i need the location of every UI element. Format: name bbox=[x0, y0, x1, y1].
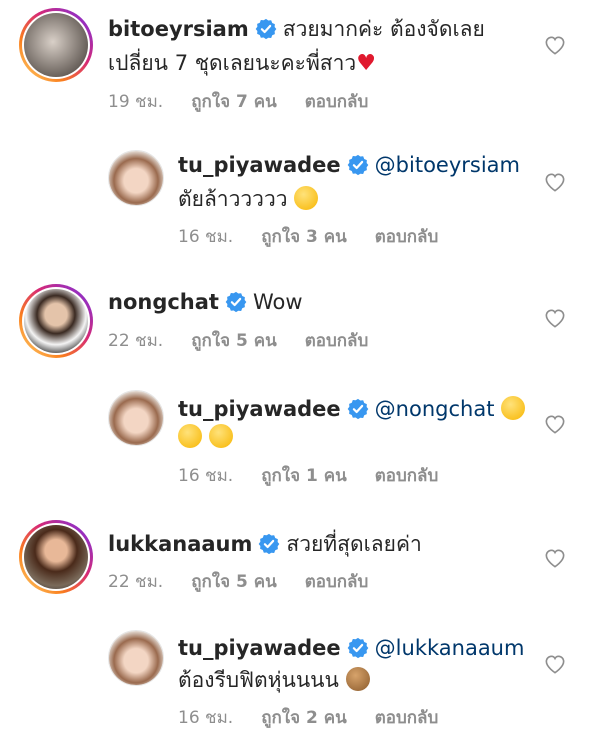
avatar[interactable] bbox=[108, 150, 164, 206]
comment-body: สวยที่สุดเลยค่า bbox=[286, 532, 422, 556]
comment-text: tu_piyawadee @nongchat bbox=[178, 395, 526, 423]
like-heart-icon[interactable] bbox=[544, 308, 566, 328]
comment-text: lukkanaaum สวยที่สุดเลยค่า bbox=[108, 530, 422, 558]
comment-body: เปลี่ยน 7 ชุดเลยนะคะพี่สาว bbox=[108, 51, 357, 75]
verified-badge-icon bbox=[347, 398, 369, 420]
verified-badge-icon bbox=[255, 18, 277, 40]
reply-button[interactable]: ตอบกลับ bbox=[375, 227, 439, 247]
comment-text-line2: เปลี่ยน 7 ชุดเลยนะคะพี่สาว♥ bbox=[108, 49, 376, 78]
timestamp: 16 ชม. bbox=[178, 227, 234, 247]
mention-link[interactable]: @nongchat bbox=[375, 397, 495, 421]
mention-link[interactable]: @lukkanaaum bbox=[375, 636, 525, 660]
laughing-squint-emoji-icon bbox=[178, 424, 202, 448]
avatar[interactable] bbox=[108, 630, 164, 686]
username[interactable]: tu_piyawadee bbox=[178, 636, 341, 660]
timestamp: 22 ชม. bbox=[108, 331, 164, 351]
timestamp: 22 ชม. bbox=[108, 572, 164, 592]
likes-count[interactable]: ถูกใจ 5 คน bbox=[191, 331, 277, 351]
likes-count[interactable]: ถูกใจ 1 คน bbox=[261, 466, 347, 486]
verified-badge-icon bbox=[258, 533, 280, 555]
mention-link[interactable]: @bitoeyrsiam bbox=[375, 153, 520, 177]
comment-text: nongchat Wow bbox=[108, 288, 303, 316]
red-heart-emoji: ♥ bbox=[356, 51, 376, 76]
username[interactable]: bitoeyrsiam bbox=[108, 17, 249, 41]
comment-body: สวยมากค่ะ ต้องจัดเลย bbox=[282, 17, 485, 41]
like-heart-icon[interactable] bbox=[544, 35, 566, 55]
comment-body: ต้องรีบฟิตหุ่นนนน bbox=[178, 668, 339, 692]
comment-text: tu_piyawadee @bitoeyrsiam bbox=[178, 151, 520, 179]
verified-badge-icon bbox=[347, 154, 369, 176]
laughing-tears-emoji-icon bbox=[294, 186, 319, 210]
comment-meta: 16 ชม. ถูกใจ 3 คน ตอบกลับ bbox=[178, 223, 466, 250]
timestamp: 19 ชม. bbox=[108, 92, 164, 112]
avatar[interactable] bbox=[19, 8, 93, 82]
like-heart-icon[interactable] bbox=[544, 172, 566, 192]
username[interactable]: tu_piyawadee bbox=[178, 153, 341, 177]
reply-button[interactable]: ตอบกลับ bbox=[375, 466, 439, 486]
avatar[interactable] bbox=[108, 390, 164, 446]
reply-button[interactable]: ตอบกลับ bbox=[305, 331, 369, 351]
username[interactable]: nongchat bbox=[108, 290, 219, 314]
comment-meta: 22 ชม. ถูกใจ 5 คน ตอบกลับ bbox=[108, 568, 396, 595]
like-heart-icon[interactable] bbox=[544, 414, 566, 434]
comment-body: Wow bbox=[252, 290, 303, 314]
avatar[interactable] bbox=[19, 520, 93, 594]
laughing-squint-emoji-icon bbox=[208, 424, 233, 448]
comment-meta: 16 ชม. ถูกใจ 2 คน ตอบกลับ bbox=[178, 704, 466, 731]
like-heart-icon[interactable] bbox=[544, 654, 566, 674]
like-heart-icon[interactable] bbox=[544, 548, 566, 568]
comment-meta: 19 ชม. ถูกใจ 7 คน ตอบกลับ bbox=[108, 88, 396, 115]
laughing-squint-emoji-icon bbox=[501, 396, 526, 420]
comment-text-line2: ตัยล้าววววว bbox=[178, 185, 319, 213]
reply-button[interactable]: ตอบกลับ bbox=[305, 572, 369, 592]
verified-badge-icon bbox=[225, 291, 247, 313]
username[interactable]: lukkanaaum bbox=[108, 532, 252, 556]
comment-text-line2 bbox=[178, 423, 233, 451]
username[interactable]: tu_piyawadee bbox=[178, 397, 341, 421]
likes-count[interactable]: ถูกใจ 7 คน bbox=[191, 92, 277, 112]
comment-meta: 22 ชม. ถูกใจ 5 คน ตอบกลับ bbox=[108, 327, 396, 354]
comment-body: ตัยล้าววววว bbox=[178, 187, 288, 211]
verified-badge-icon bbox=[347, 637, 369, 659]
likes-count[interactable]: ถูกใจ 3 คน bbox=[261, 227, 347, 247]
avatar[interactable] bbox=[19, 284, 93, 358]
comment-meta: 16 ชม. ถูกใจ 1 คน ตอบกลับ bbox=[178, 462, 466, 489]
comment-text-line2: ต้องรีบฟิตหุ่นนนน bbox=[178, 666, 370, 694]
see-no-evil-monkey-emoji-icon bbox=[345, 667, 370, 691]
reply-button[interactable]: ตอบกลับ bbox=[305, 92, 369, 112]
comment-text: bitoeyrsiam สวยมากค่ะ ต้องจัดเลย bbox=[108, 15, 485, 43]
timestamp: 16 ชม. bbox=[178, 708, 234, 728]
timestamp: 16 ชม. bbox=[178, 466, 234, 486]
likes-count[interactable]: ถูกใจ 5 คน bbox=[191, 572, 277, 592]
likes-count[interactable]: ถูกใจ 2 คน bbox=[261, 708, 347, 728]
reply-button[interactable]: ตอบกลับ bbox=[375, 708, 439, 728]
comment-text: tu_piyawadee @lukkanaaum bbox=[178, 634, 524, 662]
